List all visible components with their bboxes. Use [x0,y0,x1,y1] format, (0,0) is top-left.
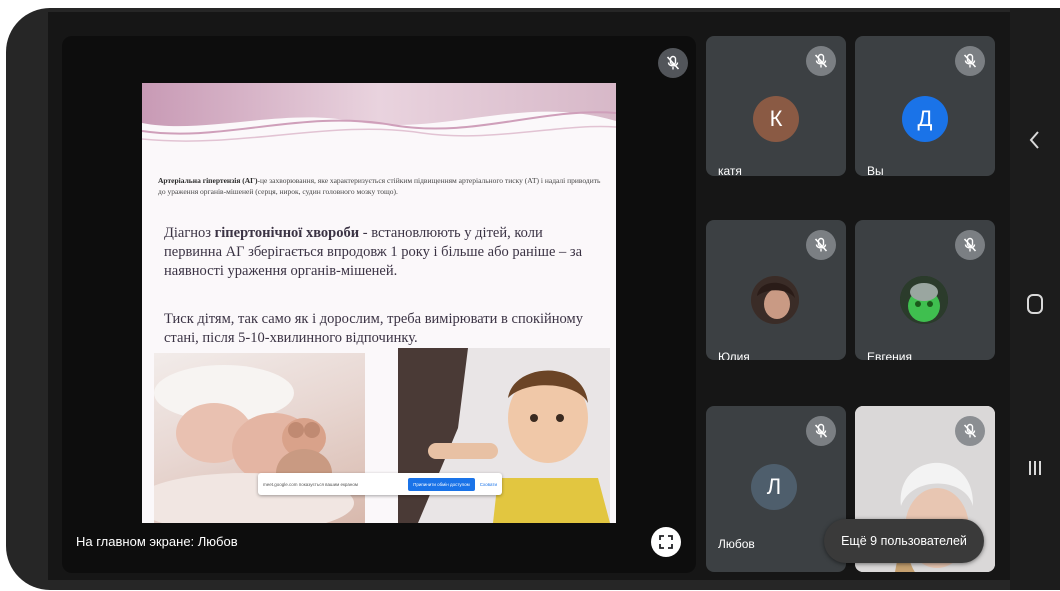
participant-name: Любов [718,537,755,551]
home-icon [1027,294,1043,314]
participant-name: Юлия [718,350,750,360]
chevron-left-icon [1029,131,1039,149]
hide-notice-button[interactable]: Сховати [480,482,497,487]
more-participants-button[interactable]: Ещё 9 пользователей [824,519,984,563]
home-button[interactable] [1010,284,1060,324]
tablet-screenshot: Артеріальна гіпертензія (АГ)-це захворюв… [0,0,1060,591]
avatar: К [753,96,799,142]
slide-header-decoration [142,83,616,158]
mic-off-icon [658,48,688,78]
fullscreen-icon [659,535,673,549]
stop-sharing-button[interactable]: Припинити обмін доступом [408,477,475,491]
slide-definition-term: Артеріальна гіпертензія (АГ) [158,176,258,185]
participant-name: катя [718,164,742,176]
participant-name: Вы [867,164,884,176]
slide-p1-bold: гіпертонічної хвороби [214,225,360,241]
presentation-slide: Артеріальна гіпертензія (АГ)-це захворюв… [142,83,616,523]
back-button[interactable] [1010,120,1060,160]
mic-off-icon [806,46,836,76]
recents-icon [1029,461,1041,475]
fullscreen-button[interactable] [651,527,681,557]
participant-tile-katya[interactable]: К катя [706,36,846,176]
participant-tile-you[interactable]: Д Вы [855,36,995,176]
screen-share-notice: meet.google.com показується вашим екрано… [258,473,502,495]
avatar [751,276,799,324]
participant-tile-evgenia[interactable]: Евгения [855,220,995,360]
notice-text: meet.google.com показується вашим екрано… [263,481,358,487]
presentation-view[interactable]: Артеріальна гіпертензія (АГ)-це захворюв… [62,36,696,573]
mic-off-icon [806,230,836,260]
mic-off-icon [955,230,985,260]
android-nav-bar [1010,8,1060,590]
mic-off-icon [955,416,985,446]
avatar: Л [751,464,797,510]
avatar [900,276,948,324]
photo-newborn [154,353,365,523]
photo-child [398,348,610,523]
slide-definition: Артеріальна гіпертензія (АГ)-це захворюв… [158,175,603,197]
avatar: Д [902,96,948,142]
slide-p1-start: Діагноз [164,225,215,241]
slide-paragraph-pressure: Тиск дітям, так само як і дорослим, треб… [164,311,583,346]
main-screen-caption: На главном экране: Любов [76,534,238,549]
mic-off-icon [955,46,985,76]
mic-off-icon [806,416,836,446]
recents-button[interactable] [1010,448,1060,488]
participant-tile-yulia[interactable]: Юлия [706,220,846,360]
slide-paragraph-diagnosis: Діагноз гіпертонічної хвороби - встановл… [164,224,604,281]
participant-name: Евгения [867,350,912,360]
